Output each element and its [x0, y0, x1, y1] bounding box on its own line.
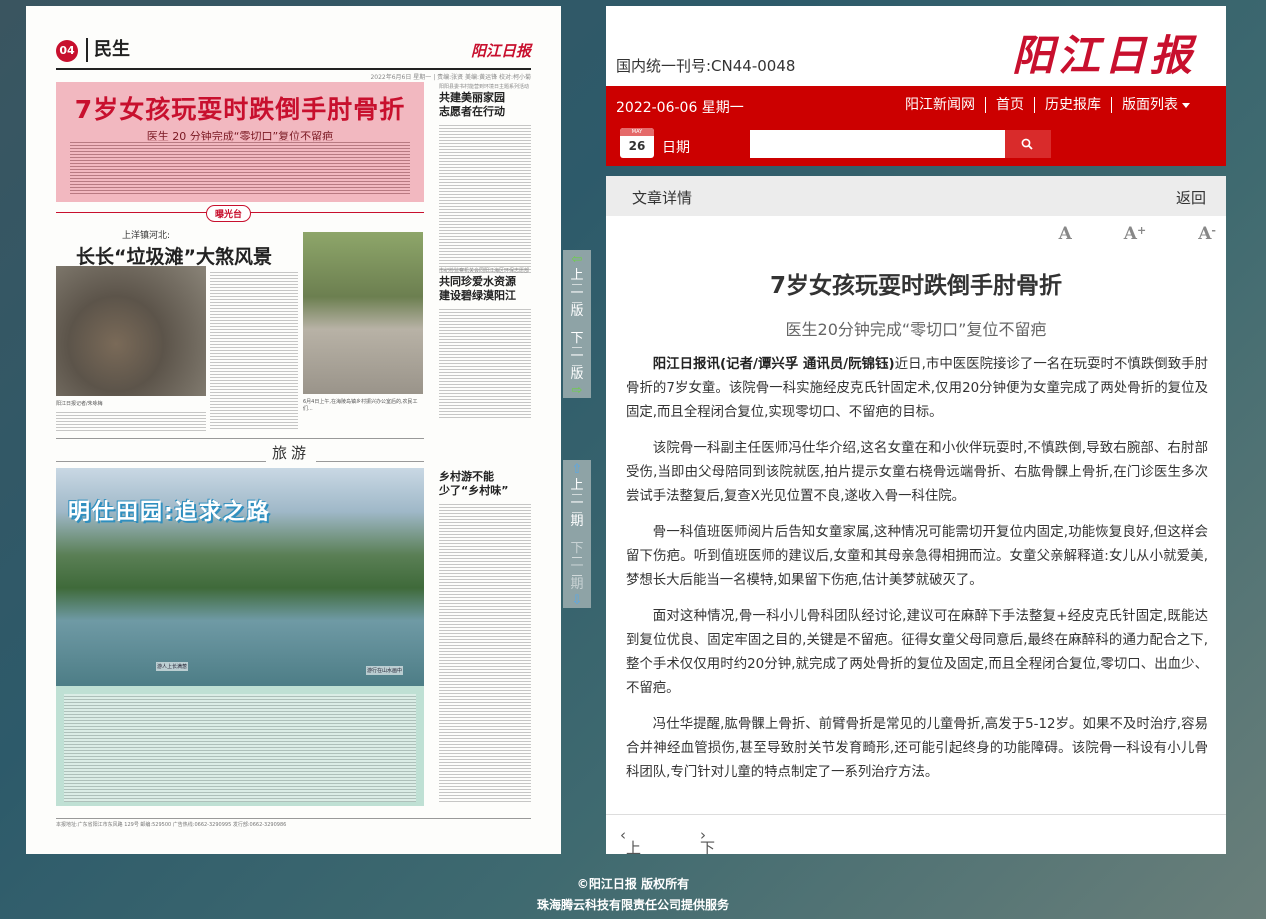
- riverbank-photo: [303, 232, 423, 394]
- article-2-kicker: 上洋镇河北:: [122, 231, 171, 241]
- next-issue-button[interactable]: 下 一 期: [563, 540, 591, 593]
- font-reset-button[interactable]: A: [1033, 224, 1072, 244]
- prev-page-button[interactable]: 上 一 版: [563, 267, 591, 320]
- font-decrease-button[interactable]: A-: [1172, 224, 1216, 244]
- article-lead: 阳江日报讯(记者/谭兴孚 通讯员/阮锦钰): [652, 357, 895, 372]
- article-subtitle: 医生20分钟完成“零切口”复位不留疤: [785, 320, 1047, 339]
- article-2-body-more: [56, 410, 206, 432]
- arrow-right-icon: ⇨: [571, 383, 583, 398]
- issue-date: 2022-06-06 星期一: [616, 100, 744, 116]
- article-2-title[interactable]: 长长“垃圾滩”大煞风景: [76, 242, 272, 269]
- travel-title: 明仕田园:追求之路: [68, 500, 271, 525]
- exposure-divider: 曝光台: [56, 205, 424, 224]
- site-footer: ©阳江日报 版权所有 珠海腾云科技有限责任公司提供服务: [0, 874, 1266, 916]
- arrow-left-icon: ⇦: [571, 252, 583, 267]
- travel-section-label: 旅游: [266, 442, 317, 463]
- side-article-1[interactable]: 阳阳县委书村能营到环境日主题系列活动 共建美丽家园 志愿者在行动: [439, 84, 531, 273]
- side-article-1-title: 共建美丽家园 志愿者在行动: [439, 91, 505, 118]
- photo-caption-1: 阳江日报记者/朱咏梅: [56, 401, 103, 407]
- travel-section-bar: 旅游: [56, 438, 424, 463]
- nav-page-list[interactable]: 版面列表: [1111, 97, 1200, 113]
- article-area-headline[interactable]: 7岁女孩玩耍时跌倒手肘骨折 医生 20 分钟完成“零切口”复位不留疤: [56, 82, 424, 202]
- prev-issue-button[interactable]: 上 一 期: [563, 477, 591, 530]
- page-logo: 阳江日报: [470, 42, 531, 60]
- page-footer: 本报地址:广东省阳江市东风路 129号 邮编:529500 广告热线:0662-…: [56, 818, 531, 828]
- side-article-1-body: [439, 123, 531, 273]
- service-provider: 珠海腾云科技有限责任公司提供服务: [536, 898, 729, 912]
- nav-home[interactable]: 首页: [985, 97, 1034, 113]
- side-article-2-title: 共同珍爱水资源 建设碧绿漠阳江: [439, 275, 516, 302]
- exposure-badge: 曝光台: [206, 205, 252, 222]
- article-toolbar: 文章详情 返回: [606, 176, 1226, 216]
- article-paragraph-1: 阳江日报讯(记者/谭兴孚 通讯员/阮锦钰)近日,市中医医院接诊了一名在玩耍时不慎…: [626, 357, 1208, 420]
- search-button[interactable]: [1005, 130, 1051, 158]
- article-body: 阳江日报讯(记者/谭兴孚 通讯员/阮锦钰)近日,市中医医院接诊了一名在玩耍时不慎…: [626, 353, 1208, 797]
- chevron-down-icon: [1182, 102, 1190, 108]
- article-paragraph-2: 该院骨一科副主任医师冯仕华介绍,这名女童在和小伙伴玩耍时,不慎跌倒,导致右腕部、…: [626, 441, 1208, 504]
- page-pager: ⇦ 上 一 版 下 一 版 ⇨: [563, 250, 591, 398]
- article-paragraph-4: 面对这种情况,骨一科小儿骨科团队经讨论,建议可在麻醉下手法整复+经皮克氏针固定,…: [626, 609, 1208, 696]
- font-size-controls: A A+ A-: [1007, 224, 1216, 244]
- back-button[interactable]: 返回: [1176, 187, 1206, 208]
- page-date-line: 2022年6月6日 星期一 | 责编:张贤 美编:黄运锋 校对:柯小菊: [370, 74, 531, 81]
- page-number: 04: [56, 40, 78, 62]
- issn-label: 国内统一刊号:CN44-0048: [616, 57, 796, 75]
- arrow-down-icon: ⇩: [571, 593, 583, 608]
- nav-news-site[interactable]: 阳江新闻网: [895, 97, 985, 113]
- prev-article-link[interactable]: ‹ 上一篇: [620, 826, 641, 854]
- arrow-up-icon: ⇧: [571, 462, 583, 477]
- side-article-3-title: 乡村游不能 少了“乡村味”: [439, 470, 509, 497]
- article-title: 7岁女孩玩耍时跌倒手肘骨折: [769, 273, 1062, 299]
- page-headline: 7岁女孩玩耍时跌倒手肘骨折: [74, 95, 406, 124]
- article-paragraph-3: 骨一科值班医师阅片后告知女童家属,这种情况可能需切开复位内固定,功能恢复良好,但…: [626, 525, 1208, 588]
- side-article-2[interactable]: 市纪检监察机关会同阳江海区环保志愿部 共同珍爱水资源 建设碧绿漠阳江: [439, 268, 531, 419]
- search-input[interactable]: [750, 130, 1005, 158]
- nav-bar: 2022-06-06 星期一 阳江新闻网 首页 历史报库 版面列表 MAY 26…: [606, 86, 1226, 166]
- issue-pager: ⇧ 上 一 期 下 一 期 ⇩: [563, 460, 591, 608]
- site-logo[interactable]: 阳江日报: [1012, 22, 1196, 83]
- newspaper-page-image[interactable]: 04 民生 阳江日报 2022年6月6日 星期一 | 责编:张贤 美编:黄运锋 …: [26, 6, 561, 854]
- copyright: ©阳江日报 版权所有: [576, 877, 690, 891]
- travel-body: [56, 686, 424, 806]
- garbage-photo: [56, 266, 206, 396]
- photo-caption-2: 6月4日上午,在海陵岛镇乡村振兴办公室后的,农民工们...: [303, 399, 418, 412]
- headline-body-text: [70, 140, 410, 196]
- article-detail-label: 文章详情: [632, 189, 693, 207]
- travel-caption-1: 游人上长满葱: [156, 662, 189, 671]
- nav-history[interactable]: 历史报库: [1034, 97, 1111, 113]
- article-pager: ‹ 上一篇 下一篇 ›: [606, 814, 1226, 854]
- top-nav: 阳江新闻网 首页 历史报库 版面列表: [895, 97, 1200, 113]
- search-icon: [1021, 138, 1033, 150]
- article-paragraph-5: 冯仕华提醒,肱骨髁上骨折、前臂骨折是常见的儿童骨折,高发于5-12岁。如果不及时…: [626, 717, 1208, 780]
- side-article-2-kicker: 市纪检监察机关会同阳江海区环保志愿部: [439, 268, 530, 274]
- calendar-icon[interactable]: MAY 26: [620, 128, 654, 158]
- page-header: 04 民生 阳江日报: [56, 36, 531, 70]
- date-label[interactable]: 日期: [662, 137, 690, 157]
- next-page-button[interactable]: 下 一 版: [563, 330, 591, 383]
- side-article-1-kicker: 阳阳县委书村能营到环境日主题系列活动: [439, 84, 530, 90]
- site-header: 国内统一刊号:CN44-0048 阳江日报 2022-06-06 星期一 阳江新…: [606, 6, 1226, 166]
- travel-body-text: [64, 694, 416, 802]
- side-article-2-body: [439, 307, 531, 419]
- travel-caption-2: 游行在山水画中: [366, 666, 404, 675]
- font-increase-button[interactable]: A+: [1098, 224, 1146, 244]
- side-article-3[interactable]: 乡村游不能 少了“乡村味”: [439, 470, 531, 802]
- article-panel: 文章详情 返回 A A+ A- 7岁女孩玩耍时跌倒手肘骨折 医生20分钟完成“零…: [606, 176, 1226, 854]
- next-article-link[interactable]: 下一篇 ›: [700, 826, 715, 854]
- side-article-3-body: [439, 502, 531, 802]
- article-2-body: [210, 270, 298, 430]
- page-section: 民生: [86, 38, 130, 62]
